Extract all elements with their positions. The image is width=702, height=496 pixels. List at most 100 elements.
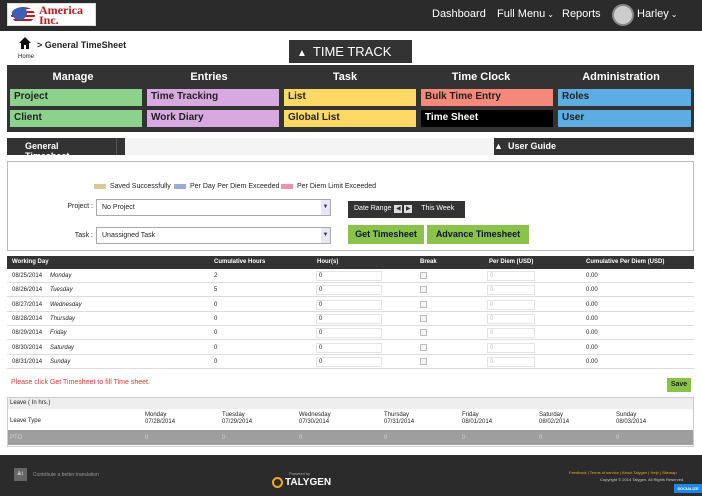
- translate-link[interactable]: Contribute a better translation: [33, 472, 99, 478]
- per-diem-input[interactable]: 0: [487, 328, 535, 339]
- prev-week-button[interactable]: ◀: [394, 205, 403, 213]
- avatar[interactable]: [612, 4, 634, 26]
- menu-item-bulk-time-entry[interactable]: Bulk Time Entry: [421, 89, 553, 106]
- col-per-diem: Per Diem (USD): [489, 259, 534, 265]
- hours-input[interactable]: 0: [316, 313, 382, 324]
- break-checkbox[interactable]: [420, 272, 427, 279]
- nav-full-menu-label: Full Menu: [497, 8, 546, 20]
- row-cumulative-hours: 0: [214, 358, 218, 365]
- leave-day-header: Thursday 07/31/2014: [384, 412, 414, 426]
- legend-swatch: [174, 183, 186, 189]
- table-row: 08/27/2014 Wednesday 0 0 0 0.00: [7, 298, 694, 312]
- row-day: Sunday: [50, 358, 71, 365]
- this-week-label: This Week: [421, 205, 455, 212]
- nav-full-menu[interactable]: Full Menu ⌄: [497, 8, 554, 20]
- leave-day-date: 07/30/2014: [299, 419, 330, 425]
- leave-value[interactable]: 0: [384, 435, 387, 441]
- footer-links[interactable]: Feedback | Terms of service | About Taly…: [569, 470, 677, 475]
- translate-icon[interactable]: a↕: [14, 468, 27, 481]
- company-logo[interactable]: America Inc.: [7, 3, 96, 26]
- menu-item-list[interactable]: List: [284, 89, 416, 106]
- leave-day-header: Tuesday 07/29/2014: [222, 412, 252, 426]
- tab-general-timesheet[interactable]: General Timesheet: [7, 138, 117, 161]
- menu-item-roles[interactable]: Roles: [558, 89, 691, 106]
- break-checkbox[interactable]: [420, 314, 427, 322]
- leave-table: Leave ( In hrs.) Leave Type Monday 07/28/…: [7, 397, 694, 447]
- break-checkbox[interactable]: [420, 300, 427, 308]
- menu-item-project[interactable]: Project: [10, 89, 142, 106]
- menu-item-time-sheet[interactable]: Time Sheet: [421, 110, 553, 127]
- per-diem-value: 0: [490, 301, 494, 308]
- break-checkbox[interactable]: [420, 343, 427, 351]
- leave-day-header: Monday 07/28/2014: [145, 412, 175, 426]
- col-cumulative-per-diem: Cumulative Per Diem (USD): [586, 259, 665, 265]
- leave-day-header: Saturday 08/02/2014: [539, 412, 569, 426]
- hours-input[interactable]: 0: [316, 328, 382, 339]
- per-diem-input[interactable]: 0: [487, 285, 535, 296]
- hours-value: 0: [319, 301, 323, 308]
- col-cumulative-hours: Cumulative Hours: [214, 259, 266, 265]
- hours-input[interactable]: 0: [316, 299, 382, 310]
- socialize-button[interactable]: SOCIALIZE: [674, 484, 702, 493]
- leave-day-date: 07/28/2014: [145, 419, 176, 425]
- save-button[interactable]: Save: [667, 378, 691, 392]
- nav-reports[interactable]: Reports: [562, 8, 601, 20]
- menu-item-time-tracking[interactable]: Time Tracking: [147, 89, 279, 106]
- row-date: 08/28/2014: [12, 315, 43, 322]
- grid-header: Working Day Cumulative Hours Hour(s) Bre…: [7, 256, 694, 269]
- menu-item-user[interactable]: User: [558, 110, 691, 127]
- row-date: 08/27/2014: [12, 301, 43, 308]
- per-diem-input[interactable]: 0: [487, 356, 535, 367]
- leave-type-header: Leave Type: [10, 418, 41, 424]
- leave-value[interactable]: 0: [539, 435, 542, 441]
- per-diem-input[interactable]: 0: [487, 342, 535, 353]
- leave-value[interactable]: 0: [616, 435, 619, 441]
- table-row: 08/28/2014 Thursday 0 0 0 0.00: [7, 312, 694, 326]
- leave-value[interactable]: 0: [145, 435, 148, 441]
- leave-day-name: Tuesday: [222, 412, 245, 418]
- hours-input[interactable]: 0: [316, 356, 382, 367]
- leave-value[interactable]: 0: [299, 435, 302, 441]
- task-select[interactable]: Unassigned Task ▼: [96, 227, 331, 244]
- tab-spacer: [125, 138, 494, 155]
- main-menu: Manage Entries Task Time Clock Administr…: [7, 65, 694, 132]
- talygen-logo-icon: [272, 477, 283, 488]
- row-cumulative-per-diem: 0.00: [586, 315, 598, 322]
- user-menu[interactable]: Harley ⌄: [637, 8, 678, 20]
- row-cumulative-per-diem: 0.00: [586, 344, 598, 351]
- menu-item-client[interactable]: Client: [10, 110, 142, 127]
- per-diem-input[interactable]: 0: [487, 313, 535, 324]
- user-guide-toggle[interactable]: ▲ User Guide: [488, 138, 694, 155]
- home-icon[interactable]: [18, 36, 32, 50]
- hours-input[interactable]: 0: [316, 271, 382, 281]
- leave-day-date: 08/02/2014: [539, 419, 570, 425]
- talygen-logo[interactable]: TALYGEN: [272, 477, 331, 488]
- col-break: Break: [420, 259, 437, 265]
- menu-item-global-list[interactable]: Global List: [284, 110, 416, 127]
- leave-value[interactable]: 0: [222, 435, 225, 441]
- next-week-button[interactable]: ▶: [404, 205, 413, 213]
- hours-value: 0: [319, 344, 323, 351]
- break-checkbox[interactable]: [420, 286, 427, 294]
- advance-timesheet-button[interactable]: Advance Timesheet: [427, 225, 529, 244]
- hours-input[interactable]: 0: [316, 285, 382, 296]
- top-bar: America Inc. Dashboard Full Menu ⌄ Report…: [0, 0, 702, 31]
- nav-dashboard[interactable]: Dashboard: [432, 8, 486, 20]
- table-row: 08/30/2014 Saturday 0 0 0 0.00: [7, 341, 694, 355]
- break-checkbox[interactable]: [420, 357, 427, 365]
- get-timesheet-button[interactable]: Get Timesheet: [348, 225, 424, 244]
- leave-value[interactable]: 0: [462, 435, 465, 441]
- per-diem-input[interactable]: 0: [487, 299, 535, 310]
- legend-swatch: [94, 183, 106, 189]
- tab-bar: General Timesheet ▲ User Guide: [7, 138, 694, 161]
- leave-day-date: 07/29/2014: [222, 419, 253, 425]
- hours-input[interactable]: 0: [316, 342, 382, 353]
- home-link[interactable]: Home: [18, 54, 34, 60]
- legend-limit-label: Per Diem Limit Exceeded: [297, 183, 376, 190]
- menu-item-work-diary[interactable]: Work Diary: [147, 110, 279, 127]
- legend-limit: Per Diem Limit Exceeded: [281, 183, 376, 190]
- menu-header-task: Task: [332, 71, 358, 83]
- per-diem-input[interactable]: 0: [487, 271, 535, 281]
- project-select[interactable]: No Project ▼: [96, 199, 331, 216]
- break-checkbox[interactable]: [420, 329, 427, 337]
